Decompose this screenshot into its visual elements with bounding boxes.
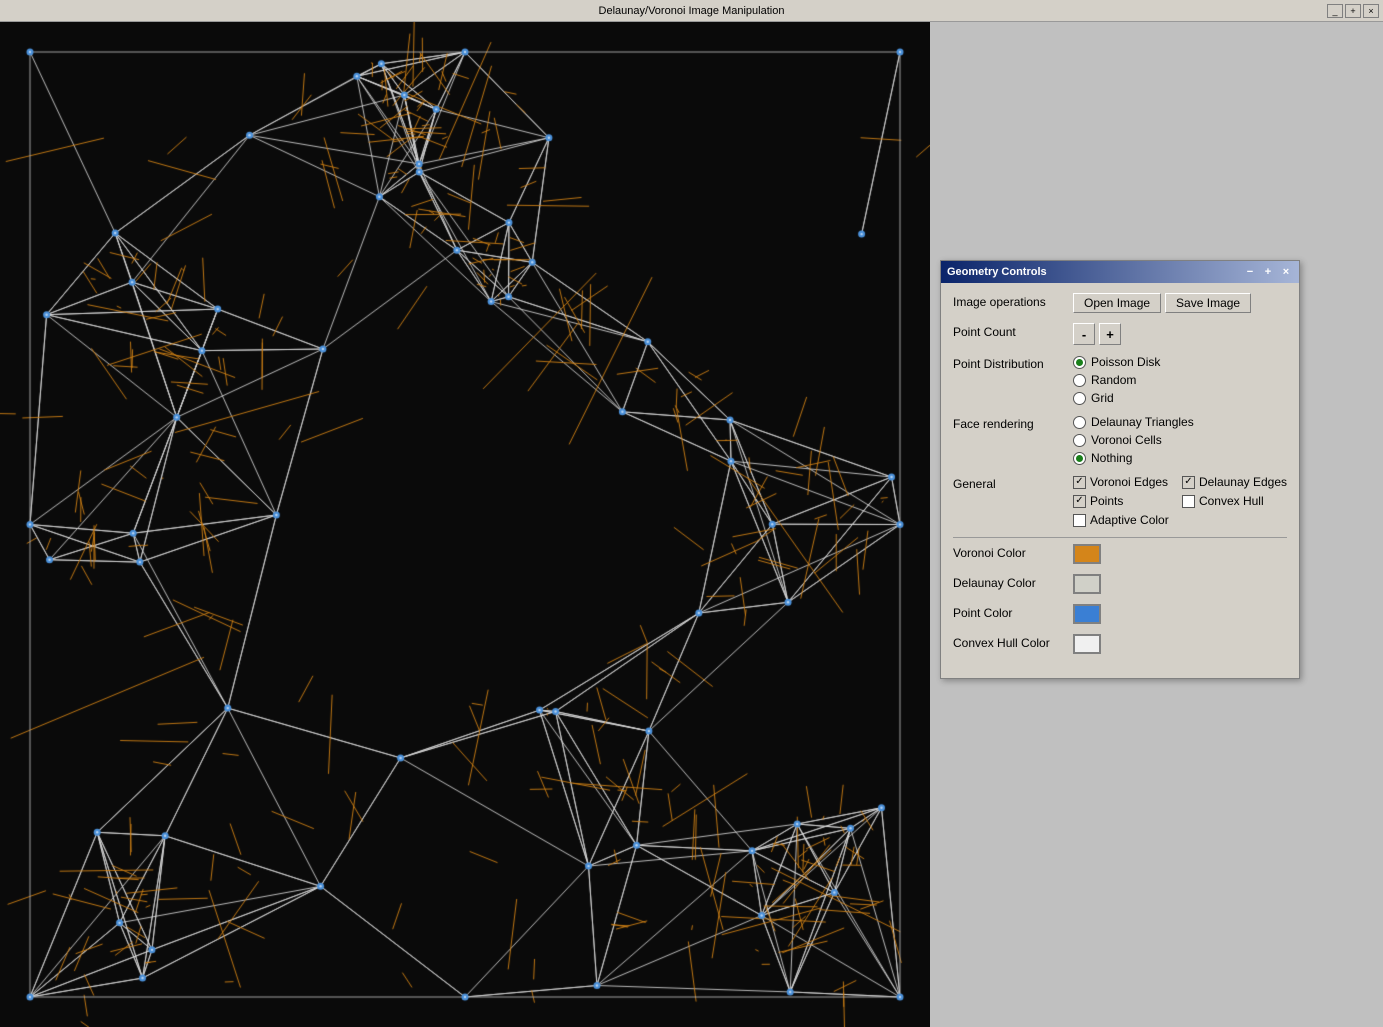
radio-delaunay-circle [1073, 416, 1086, 429]
point-color-label: Point Color [953, 604, 1073, 620]
window-title: Delaunay/Voronoi Image Manipulation [599, 5, 785, 17]
radio-random-label: Random [1091, 373, 1136, 387]
general-controls: Voronoi Edges Delaunay Edges Points Conv… [1073, 475, 1287, 527]
face-rendering-label: Face rendering [953, 415, 1073, 431]
convex-hull-color-row: Convex Hull Color [953, 634, 1287, 654]
image-operations-label: Image operations [953, 293, 1073, 309]
voronoi-color-controls [1073, 544, 1287, 564]
point-distribution-label: Point Distribution [953, 355, 1073, 371]
checkbox-voronoi-edges-box [1073, 476, 1086, 489]
panel-title-bar: Geometry Controls − + × [941, 261, 1299, 283]
radio-poisson-circle [1073, 356, 1086, 369]
general-row: General Voronoi Edges Delaunay Edges Poi… [953, 475, 1287, 527]
checkbox-convex-hull-box [1182, 495, 1195, 508]
delaunay-color-swatch[interactable] [1073, 574, 1101, 594]
radio-grid-circle [1073, 392, 1086, 405]
minimize-button[interactable]: _ [1327, 4, 1343, 18]
maximize-button[interactable]: + [1345, 4, 1361, 18]
close-button[interactable]: × [1363, 4, 1379, 18]
point-color-controls [1073, 604, 1287, 624]
control-panel: Geometry Controls − + × Image operations… [940, 260, 1300, 679]
voronoi-color-row: Voronoi Color [953, 544, 1287, 564]
face-rendering-controls: Delaunay Triangles Voronoi Cells Nothing [1073, 415, 1287, 465]
delaunay-color-label: Delaunay Color [953, 574, 1073, 590]
radio-grid-label: Grid [1091, 391, 1114, 405]
main-canvas[interactable] [0, 22, 930, 1027]
radio-nothing[interactable]: Nothing [1073, 451, 1194, 465]
title-bar-controls: _ + × [1327, 4, 1379, 18]
panel-title-controls: − + × [1243, 266, 1293, 278]
radio-poisson[interactable]: Poisson Disk [1073, 355, 1160, 369]
checkbox-convex-hull[interactable]: Convex Hull [1182, 494, 1287, 508]
checkbox-delaunay-edges[interactable]: Delaunay Edges [1182, 475, 1287, 489]
point-color-row: Point Color [953, 604, 1287, 624]
general-label: General [953, 475, 1073, 491]
panel-maximize-button[interactable]: + [1261, 266, 1275, 278]
canvas-area [0, 22, 930, 1027]
point-distribution-controls: Poisson Disk Random Grid [1073, 355, 1287, 405]
panel-body: Image operations Open Image Save Image P… [941, 283, 1299, 678]
panel-minimize-button[interactable]: − [1243, 266, 1257, 278]
checkbox-voronoi-edges[interactable]: Voronoi Edges [1073, 475, 1172, 489]
general-checkbox-group: Voronoi Edges Delaunay Edges Points Conv… [1073, 475, 1287, 527]
convex-hull-color-label: Convex Hull Color [953, 634, 1073, 650]
save-image-button[interactable]: Save Image [1165, 293, 1251, 313]
voronoi-color-swatch[interactable] [1073, 544, 1101, 564]
face-rendering-group: Delaunay Triangles Voronoi Cells Nothing [1073, 415, 1194, 465]
point-distribution-row: Point Distribution Poisson Disk Random G… [953, 355, 1287, 405]
radio-grid[interactable]: Grid [1073, 391, 1160, 405]
checkbox-adaptive-color[interactable]: Adaptive Color [1073, 513, 1172, 527]
radio-nothing-label: Nothing [1091, 451, 1132, 465]
delaunay-color-controls [1073, 574, 1287, 594]
image-operations-controls: Open Image Save Image [1073, 293, 1287, 313]
radio-delaunay-label: Delaunay Triangles [1091, 415, 1194, 429]
checkbox-delaunay-edges-label: Delaunay Edges [1199, 475, 1287, 489]
radio-voronoi-cells[interactable]: Voronoi Cells [1073, 433, 1194, 447]
panel-close-button[interactable]: × [1279, 266, 1293, 278]
point-count-label: Point Count [953, 323, 1073, 339]
point-distribution-group: Poisson Disk Random Grid [1073, 355, 1160, 405]
radio-poisson-label: Poisson Disk [1091, 355, 1160, 369]
checkbox-delaunay-edges-box [1182, 476, 1195, 489]
divider [953, 537, 1287, 538]
convex-hull-color-swatch[interactable] [1073, 634, 1101, 654]
point-count-plus[interactable]: + [1099, 323, 1121, 345]
checkbox-points-label: Points [1090, 494, 1123, 508]
panel-title: Geometry Controls [947, 266, 1047, 278]
open-image-button[interactable]: Open Image [1073, 293, 1161, 313]
point-color-swatch[interactable] [1073, 604, 1101, 624]
radio-voronoi-circle [1073, 434, 1086, 447]
checkbox-points-box [1073, 495, 1086, 508]
radio-voronoi-label: Voronoi Cells [1091, 433, 1162, 447]
radio-random-circle [1073, 374, 1086, 387]
title-bar: Delaunay/Voronoi Image Manipulation _ + … [0, 0, 1383, 22]
checkbox-adaptive-color-label: Adaptive Color [1090, 513, 1169, 527]
checkbox-adaptive-color-box [1073, 514, 1086, 527]
face-rendering-row: Face rendering Delaunay Triangles Vorono… [953, 415, 1287, 465]
image-operations-row: Image operations Open Image Save Image [953, 293, 1287, 313]
delaunay-color-row: Delaunay Color [953, 574, 1287, 594]
point-count-minus[interactable]: - [1073, 323, 1095, 345]
point-count-controls: - + [1073, 323, 1287, 345]
checkbox-convex-hull-label: Convex Hull [1199, 494, 1264, 508]
radio-delaunay-triangles[interactable]: Delaunay Triangles [1073, 415, 1194, 429]
convex-hull-color-controls [1073, 634, 1287, 654]
point-count-row: Point Count - + [953, 323, 1287, 345]
radio-random[interactable]: Random [1073, 373, 1160, 387]
voronoi-color-label: Voronoi Color [953, 544, 1073, 560]
checkbox-voronoi-edges-label: Voronoi Edges [1090, 475, 1168, 489]
checkbox-points[interactable]: Points [1073, 494, 1172, 508]
radio-nothing-circle [1073, 452, 1086, 465]
